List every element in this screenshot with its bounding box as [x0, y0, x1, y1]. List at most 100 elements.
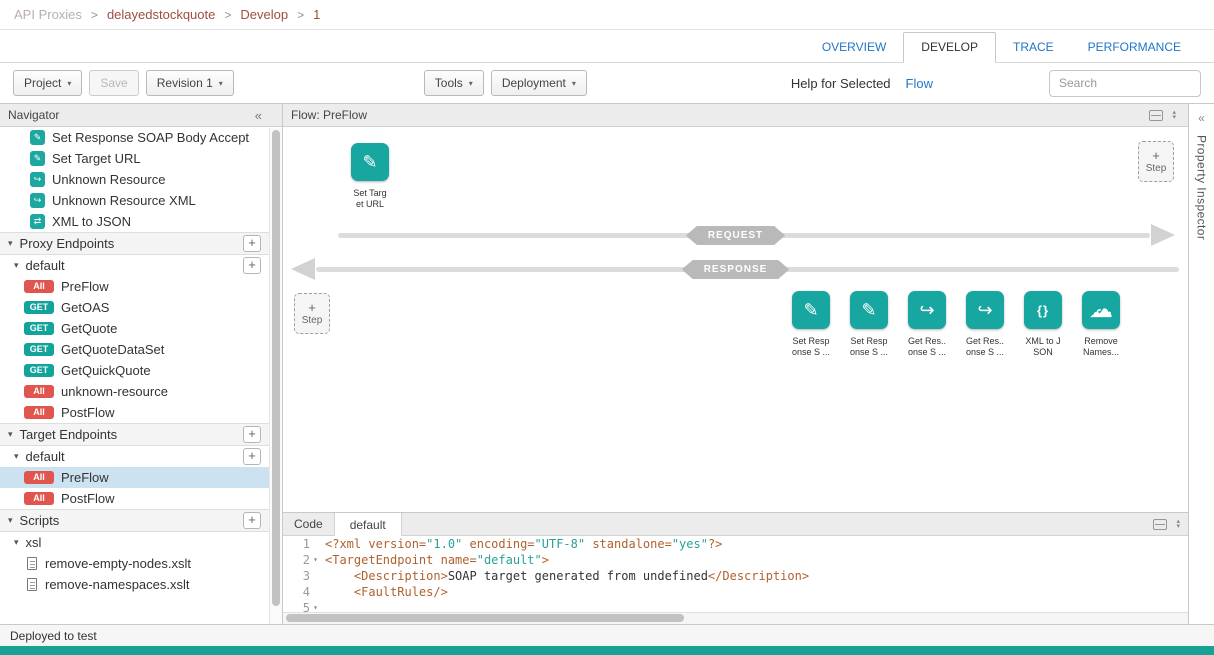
remove-namespaces-icon[interactable]: ☁ ✓	[1082, 291, 1120, 329]
breadcrumb-item-api-proxies[interactable]: API Proxies	[14, 7, 82, 22]
navigator-header: Navigator «	[0, 104, 282, 127]
breadcrumb-item-develop[interactable]: Develop	[240, 7, 288, 22]
revision-menu-button[interactable]: Revision 1 ▾	[146, 70, 234, 96]
xml-to-json-icon[interactable]: {}	[1024, 291, 1062, 329]
flow-step-set-target-url[interactable]: ✎ Set Targ et URL	[341, 143, 399, 210]
collapse-panel-icon[interactable]: ▴ ▾	[1172, 110, 1176, 120]
flow-label: GetOAS	[61, 300, 109, 315]
add-target-endpoint-button[interactable]: +	[243, 426, 261, 443]
navigator-scrollbar-thumb[interactable]	[272, 130, 280, 606]
flow-step-set-response-soap-1[interactable]: ✎ Set Resp onse S ...	[782, 291, 840, 358]
callout-arrow-icon: ↪	[977, 300, 992, 321]
nav-policy-unknown-resource-xml[interactable]: ↪ Unknown Resource XML	[0, 190, 269, 211]
nav-item-getquotedataset[interactable]: GET GetQuoteDataSet	[0, 339, 269, 360]
pencil-icon: ✎	[803, 300, 818, 321]
line-number: 1	[286, 536, 310, 552]
flow-callout-icon: ↪	[30, 193, 45, 208]
file-icon	[27, 557, 37, 570]
caret-down-icon: ▾	[219, 79, 223, 88]
assign-message-icon[interactable]: ✎	[792, 291, 830, 329]
tab-performance[interactable]: PERFORMANCE	[1071, 33, 1198, 62]
nav-item-remove-namespaces-xslt[interactable]: remove-namespaces.xslt	[0, 574, 269, 595]
nav-policy-set-response-soap-body-accept[interactable]: ✎ Set Response SOAP Body Accept	[0, 127, 269, 148]
help-flow-link[interactable]: Flow	[906, 76, 933, 91]
layout-toggle-icon[interactable]	[1153, 519, 1167, 530]
assign-message-icon[interactable]: ✎	[850, 291, 888, 329]
add-proxy-endpoint-button[interactable]: +	[243, 235, 261, 252]
flow-callout-icon[interactable]: ↪	[908, 291, 946, 329]
nav-item-target-preflow[interactable]: All PreFlow	[0, 467, 269, 488]
add-response-step-button[interactable]: + Step	[294, 293, 330, 334]
tools-menu-button[interactable]: Tools ▾	[424, 70, 484, 96]
section-target-endpoints[interactable]: ▾ Target Endpoints +	[0, 423, 269, 446]
tab-overview[interactable]: OVERVIEW	[805, 33, 903, 62]
method-badge: GET	[24, 364, 54, 377]
method-badge: All	[24, 406, 54, 419]
code-editor[interactable]: 1 <?xml version="1.0" encoding="UTF-8" s…	[283, 536, 1188, 612]
tab-trace[interactable]: TRACE	[996, 33, 1071, 62]
flow-label: PreFlow	[61, 470, 109, 485]
add-request-step-button[interactable]: + Step	[1138, 141, 1174, 182]
add-flow-button[interactable]: +	[243, 448, 261, 465]
section-proxy-endpoints[interactable]: ▾ Proxy Endpoints +	[0, 232, 269, 255]
code-scrollbar-thumb[interactable]	[286, 614, 684, 622]
scripts-xsl-group[interactable]: ▾ xsl	[0, 532, 269, 553]
layout-toggle-icon[interactable]	[1149, 110, 1163, 121]
section-scripts[interactable]: ▾ Scripts +	[0, 509, 269, 532]
assign-message-icon[interactable]: ✎	[351, 143, 389, 181]
deployment-menu-button[interactable]: Deployment ▾	[491, 70, 587, 96]
nav-item-getoas[interactable]: GET GetOAS	[0, 297, 269, 318]
nav-item-remove-empty-nodes-xslt[interactable]: remove-empty-nodes.xslt	[0, 553, 269, 574]
view-tabs: OVERVIEW DEVELOP TRACE PERFORMANCE	[0, 30, 1214, 63]
project-menu-button[interactable]: Project ▾	[13, 70, 82, 96]
target-endpoint-default-group[interactable]: ▾ default +	[0, 446, 269, 467]
nav-item-proxy-postflow[interactable]: All PostFlow	[0, 402, 269, 423]
step-label: Set Resp onse S ...	[850, 336, 888, 358]
project-menu-label: Project	[24, 76, 61, 90]
nav-item-proxy-preflow[interactable]: All PreFlow	[0, 276, 269, 297]
revision-menu-label: Revision 1	[157, 76, 213, 90]
method-badge: All	[24, 492, 54, 505]
property-inspector-strip: « Property Inspector	[1188, 104, 1214, 624]
nav-policy-xml-to-json[interactable]: ⇄ XML to JSON	[0, 211, 269, 232]
flow-step-xml-to-json[interactable]: {} XML to J SON	[1014, 291, 1072, 358]
search-input[interactable]	[1049, 70, 1201, 97]
flow-step-get-response-soap-2[interactable]: ↪ Get Res.. onse S ...	[956, 291, 1014, 358]
line-number: 5	[286, 600, 310, 612]
group-label: default	[26, 258, 65, 273]
nav-item-getquote[interactable]: GET GetQuote	[0, 318, 269, 339]
breadcrumb: API Proxies > delayedstockquote > Develo…	[0, 0, 1214, 30]
callout-arrow-icon: ↪	[919, 300, 934, 321]
navigator-list: ✎ Set Response SOAP Body Accept ✎ Set Ta…	[0, 127, 282, 624]
nav-item-target-postflow[interactable]: All PostFlow	[0, 488, 269, 509]
method-badge: All	[24, 471, 54, 484]
nav-item-getquickquote[interactable]: GET GetQuickQuote	[0, 360, 269, 381]
add-flow-button[interactable]: +	[243, 257, 261, 274]
save-button[interactable]: Save	[89, 70, 138, 96]
flow-callout-icon[interactable]: ↪	[966, 291, 1004, 329]
file-icon	[27, 578, 37, 591]
app-window: API Proxies > delayedstockquote > Develo…	[0, 0, 1214, 655]
nav-item-unknown-resource[interactable]: All unknown-resource	[0, 381, 269, 402]
section-title: Scripts	[20, 513, 60, 528]
proxy-endpoint-default-group[interactable]: ▾ default +	[0, 255, 269, 276]
flow-step-remove-namespaces[interactable]: ☁ ✓ Remove Names...	[1072, 291, 1130, 358]
flow-canvas[interactable]: ✎ Set Targ et URL + Step REQUEST RESPONS…	[283, 127, 1188, 512]
code-horizontal-scrollbar[interactable]	[283, 612, 1188, 624]
expand-property-inspector-icon[interactable]: «	[1198, 111, 1205, 125]
nav-policy-set-target-url[interactable]: ✎ Set Target URL	[0, 148, 269, 169]
fold-marker-icon: ▾	[310, 552, 321, 568]
navigator-collapse-icon[interactable]: «	[255, 108, 274, 123]
caret-down-icon: ▾	[572, 79, 576, 88]
caret-down-icon: ▾	[469, 79, 473, 88]
collapse-panel-icon[interactable]: ▴ ▾	[1176, 519, 1180, 529]
add-script-button[interactable]: +	[243, 512, 261, 529]
flow-step-set-response-soap-2[interactable]: ✎ Set Resp onse S ...	[840, 291, 898, 358]
breadcrumb-item-proxy-name[interactable]: delayedstockquote	[107, 7, 215, 22]
tab-develop[interactable]: DEVELOP	[903, 32, 996, 63]
xml-to-json-icon: ⇄	[30, 214, 45, 229]
navigator-scrollbar[interactable]	[269, 128, 282, 624]
flow-step-get-response-soap-1[interactable]: ↪ Get Res.. onse S ...	[898, 291, 956, 358]
nav-policy-unknown-resource[interactable]: ↪ Unknown Resource	[0, 169, 269, 190]
code-tab-default[interactable]: default	[334, 513, 402, 536]
